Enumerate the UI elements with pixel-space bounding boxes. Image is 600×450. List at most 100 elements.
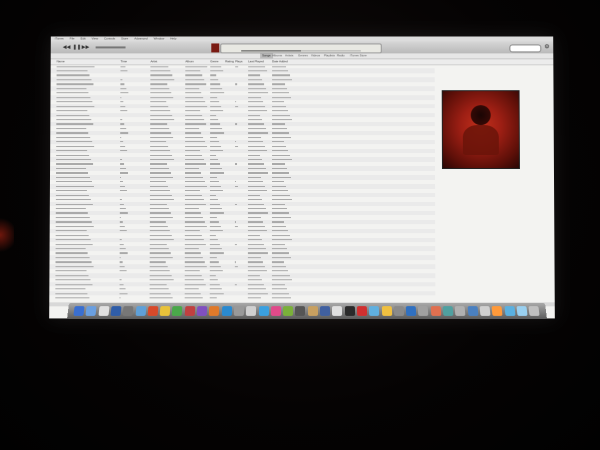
dock-app-icon[interactable] bbox=[430, 306, 442, 316]
dock-app-icon[interactable] bbox=[85, 306, 97, 316]
cell-text bbox=[56, 172, 89, 174]
volume-slider[interactable] bbox=[95, 46, 126, 49]
dock-app-icon[interactable] bbox=[135, 306, 146, 316]
dock-app-icon[interactable] bbox=[381, 306, 392, 316]
cell-text bbox=[272, 88, 288, 90]
cell-text bbox=[209, 207, 222, 210]
dock-app-icon[interactable] bbox=[159, 306, 171, 316]
cell-text bbox=[185, 136, 204, 139]
cell-text bbox=[271, 279, 292, 281]
dock-app-icon[interactable] bbox=[295, 306, 306, 316]
tab[interactable]: Albums bbox=[272, 53, 282, 58]
dock-app-icon[interactable] bbox=[122, 306, 134, 316]
previous-track-button[interactable]: ◀◀ bbox=[63, 44, 71, 50]
cell-text bbox=[55, 225, 94, 228]
dock-app-icon[interactable] bbox=[283, 306, 294, 316]
dock-app-icon[interactable] bbox=[393, 306, 405, 316]
dock-app-icon[interactable] bbox=[332, 306, 343, 316]
cell-text bbox=[248, 127, 267, 130]
dock-app-icon[interactable] bbox=[319, 306, 331, 316]
dock-app-icon[interactable] bbox=[369, 306, 380, 316]
tab[interactable]: Artists bbox=[285, 53, 293, 58]
tab[interactable]: Radio bbox=[337, 53, 345, 58]
cell-text bbox=[56, 127, 87, 130]
cell-text bbox=[271, 216, 291, 219]
cell-text bbox=[149, 274, 172, 277]
cell-text bbox=[184, 283, 206, 286]
cell-text bbox=[184, 199, 204, 201]
dock-app-icon[interactable] bbox=[491, 306, 503, 316]
dock-app-icon[interactable] bbox=[479, 306, 491, 316]
cell-text bbox=[119, 199, 122, 201]
cell-text bbox=[119, 252, 128, 254]
cell-text bbox=[271, 243, 285, 245]
dock-app-icon[interactable] bbox=[73, 306, 85, 316]
cell-text bbox=[120, 110, 128, 112]
cell-text bbox=[209, 190, 223, 192]
cell-text bbox=[184, 274, 202, 277]
dock-app-icon[interactable] bbox=[98, 306, 110, 316]
cell-text bbox=[184, 190, 200, 192]
cell-text bbox=[56, 110, 88, 112]
cell-text bbox=[209, 257, 217, 259]
cell-text bbox=[185, 141, 206, 143]
dock-app-icon[interactable] bbox=[503, 306, 516, 316]
cell-text bbox=[209, 185, 221, 187]
cell-text bbox=[55, 216, 90, 219]
dock-app-icon[interactable] bbox=[184, 306, 195, 316]
dock-app-icon[interactable] bbox=[467, 306, 479, 316]
dock-app-icon[interactable] bbox=[147, 306, 159, 316]
dock-app-icon[interactable] bbox=[246, 306, 257, 316]
cell-text bbox=[56, 167, 87, 170]
cell-text bbox=[56, 105, 95, 107]
tab[interactable]: Videos bbox=[311, 53, 320, 58]
table-row[interactable] bbox=[49, 296, 435, 300]
dock-app-icon[interactable] bbox=[405, 306, 417, 316]
dock-app-icon[interactable] bbox=[528, 306, 540, 316]
dock-app-icon[interactable] bbox=[356, 306, 368, 316]
cell-text bbox=[56, 150, 88, 152]
cell-text bbox=[185, 167, 200, 170]
cell-text bbox=[120, 96, 122, 99]
cell-text bbox=[271, 203, 285, 205]
cell-text bbox=[184, 297, 203, 299]
cell-text bbox=[119, 176, 122, 179]
cell-text bbox=[55, 199, 91, 201]
tab[interactable]: iTunes Store bbox=[350, 53, 367, 58]
cell-text bbox=[149, 266, 168, 268]
cell-text bbox=[56, 96, 91, 99]
search-field[interactable] bbox=[509, 44, 542, 60]
cell-text bbox=[184, 203, 206, 205]
dock-app-icon[interactable] bbox=[209, 306, 220, 316]
cell-text bbox=[149, 252, 171, 254]
cell-text bbox=[272, 150, 289, 152]
tab[interactable]: Songs bbox=[260, 53, 273, 59]
dock-app-icon[interactable] bbox=[110, 306, 122, 316]
dock-app-icon[interactable] bbox=[442, 306, 454, 316]
dock-app-icon[interactable] bbox=[270, 306, 281, 316]
cell-text bbox=[247, 239, 262, 241]
dock-app-icon[interactable] bbox=[418, 306, 429, 316]
cell-text bbox=[271, 283, 285, 286]
dock-app-icon[interactable] bbox=[196, 306, 208, 316]
dock-app-icon[interactable] bbox=[516, 306, 528, 316]
cell-text bbox=[55, 239, 91, 241]
dock-app-icon[interactable] bbox=[258, 306, 269, 316]
dock-app-icon[interactable] bbox=[307, 306, 318, 316]
dock-app-icon[interactable] bbox=[233, 306, 245, 316]
dock-app-icon[interactable] bbox=[172, 306, 183, 316]
cell-text bbox=[56, 74, 90, 76]
play-pause-button[interactable]: ❚❚ bbox=[73, 44, 81, 50]
cell-text bbox=[272, 136, 292, 139]
tab[interactable]: Genres bbox=[298, 53, 308, 58]
dock-app-icon[interactable] bbox=[344, 306, 355, 316]
next-track-button[interactable]: ▶▶ bbox=[82, 44, 90, 50]
dock-app-icon[interactable] bbox=[221, 306, 232, 316]
cell-text bbox=[247, 297, 261, 299]
cell-text bbox=[119, 207, 126, 210]
dock-app-icon[interactable] bbox=[454, 306, 466, 316]
gear-icon[interactable]: ⚙ bbox=[544, 44, 550, 50]
cell-text bbox=[210, 74, 217, 76]
playback-progress-bar[interactable] bbox=[241, 50, 361, 52]
tab[interactable]: Playlists bbox=[324, 53, 335, 58]
